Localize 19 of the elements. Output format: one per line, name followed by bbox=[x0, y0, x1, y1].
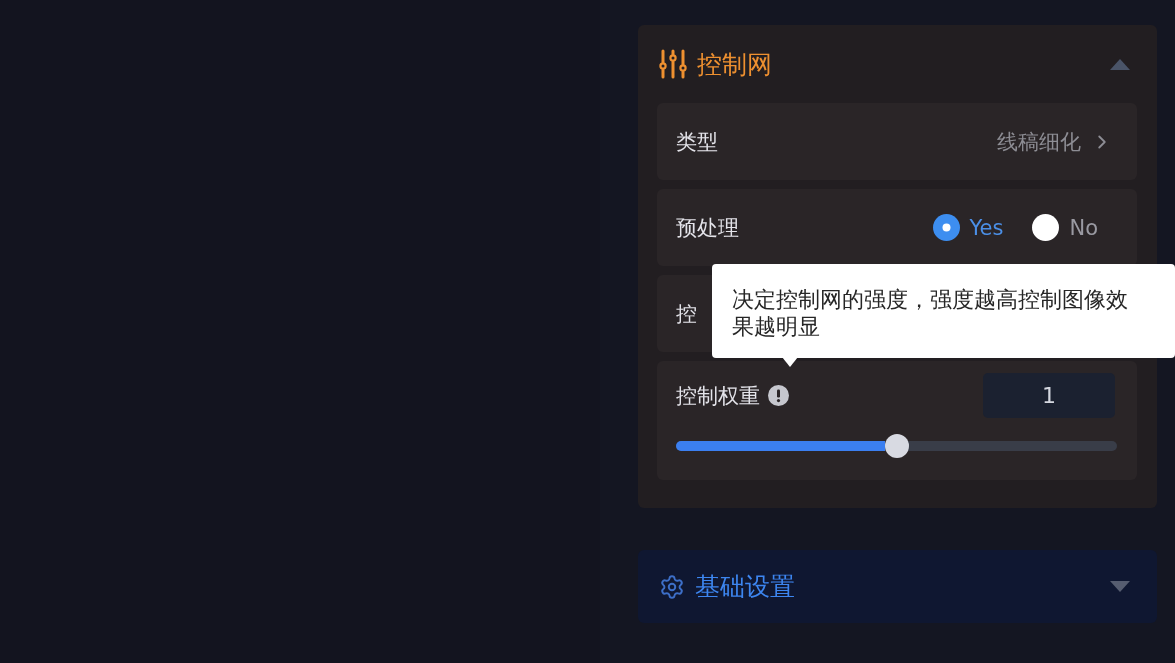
caret-down-icon[interactable] bbox=[1110, 581, 1130, 592]
radio-option[interactable]: No bbox=[1032, 214, 1098, 241]
panel-title[interactable]: 控制网 bbox=[697, 47, 772, 81]
tooltip-pointer-icon bbox=[782, 357, 798, 367]
radio-icon[interactable] bbox=[1032, 214, 1060, 241]
row-label: 控制权重 bbox=[676, 382, 760, 410]
panel-title[interactable]: 基础设置 bbox=[695, 570, 795, 603]
sliders-icon bbox=[659, 49, 687, 79]
tooltip: 决定控制网的强度，强度越高控制图像效果越明显 bbox=[712, 264, 1175, 358]
settings-icon bbox=[659, 573, 685, 600]
number-input[interactable]: 1 bbox=[983, 373, 1115, 418]
select-trigger[interactable]: 线稿细化 bbox=[997, 127, 1113, 156]
slider-thumb[interactable] bbox=[884, 434, 909, 458]
radio-selected-icon[interactable] bbox=[932, 214, 960, 241]
radio-option[interactable]: Yes bbox=[932, 214, 1004, 241]
info-icon[interactable] bbox=[768, 385, 789, 406]
row-label: 类型 bbox=[676, 128, 718, 156]
row-label: 预处理 bbox=[676, 214, 739, 242]
row-label: 控 bbox=[676, 300, 697, 328]
